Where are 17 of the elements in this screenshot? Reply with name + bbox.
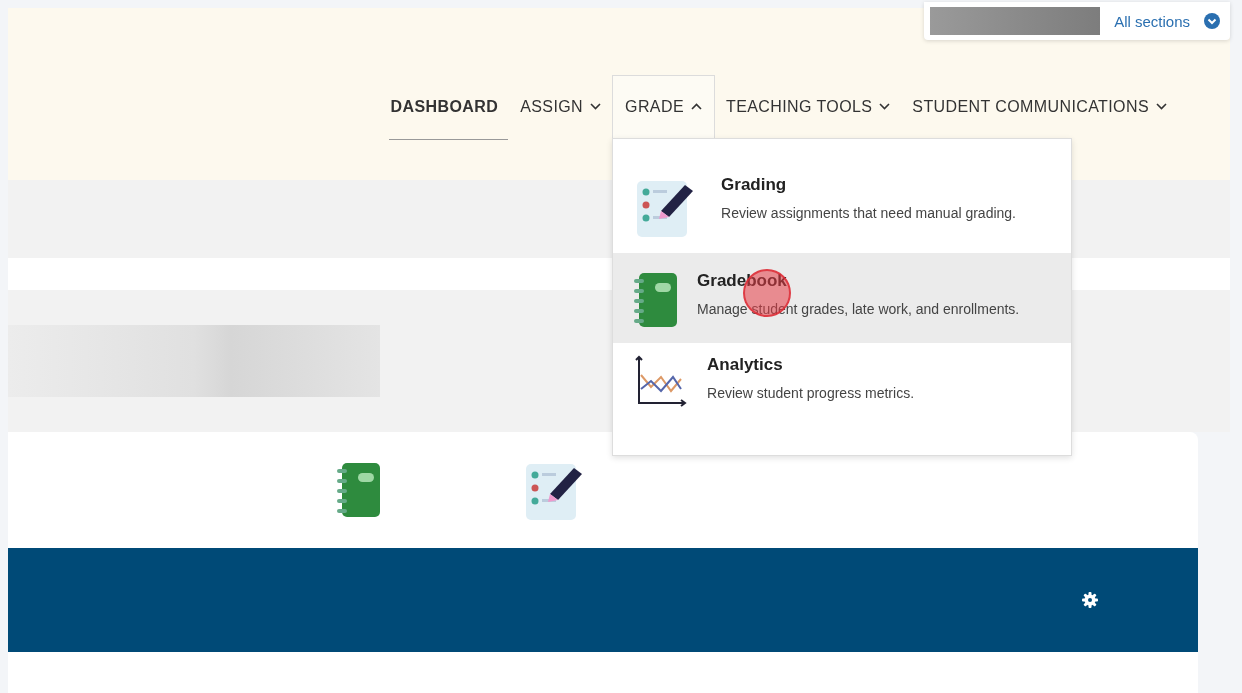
nav-tab[interactable]: DASHBOARD: [379, 75, 510, 140]
notebook-icon: [633, 271, 680, 329]
section-label: All sections: [1114, 12, 1190, 30]
chevron-icon: [1156, 103, 1167, 110]
menu-item[interactable]: Analytics Review student progress metrics.: [613, 343, 1072, 423]
nav-tab[interactable]: ASSIGN: [509, 75, 613, 140]
nav-tab[interactable]: STUDENT COMMUNICATIONS: [901, 75, 1178, 140]
chevron-icon: [590, 103, 602, 110]
settings-icon[interactable]: [1082, 592, 1098, 608]
nav-tab[interactable]: GRADE: [612, 75, 715, 140]
chevron-icon: [690, 103, 702, 110]
nav-tab[interactable]: TEACHING TOOLS: [714, 75, 902, 140]
menu-item[interactable]: Grading Review assignments that need manual grading.: [613, 163, 1072, 253]
chevron-icon: [879, 103, 891, 110]
chevron-circle-icon: [1204, 13, 1220, 29]
notebook-icon: [336, 461, 382, 519]
section-selector[interactable]: All sections: [924, 2, 1230, 40]
